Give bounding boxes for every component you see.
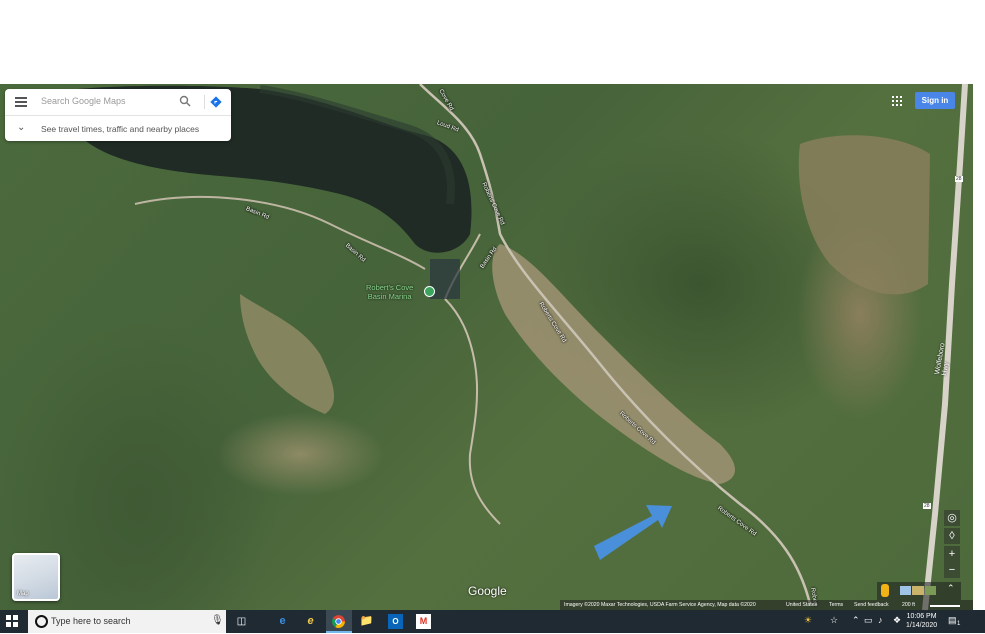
ie-icon[interactable]: e: [303, 614, 318, 629]
microphone-icon[interactable]: 🎙: [211, 615, 224, 626]
gmail-icon[interactable]: M: [416, 614, 431, 629]
volume-icon[interactable]: ♪: [878, 615, 883, 625]
map-graphics: [40, 84, 968, 610]
clock-date: 1/14/2020: [906, 622, 938, 629]
marina-pin-icon[interactable]: [424, 286, 435, 297]
chrome-icon[interactable]: [331, 614, 346, 629]
apps-grid-icon[interactable]: [892, 96, 902, 106]
windows-start-icon[interactable]: [6, 615, 18, 627]
cortana-icon: [35, 615, 48, 628]
satellite-map[interactable]: [0, 84, 973, 610]
file-explorer-icon[interactable]: 📁: [359, 614, 374, 629]
divider: [204, 95, 205, 109]
layer-label: Map: [17, 591, 29, 597]
clock[interactable]: 10:06 PM 1/14/2020: [906, 612, 937, 630]
directions-icon[interactable]: [210, 96, 222, 108]
task-view-icon[interactable]: ◫: [234, 614, 249, 629]
field: [492, 244, 735, 484]
zoom-out-button[interactable]: −: [944, 562, 960, 578]
clearing: [240, 294, 335, 414]
map-controls: ◎ ◊ + −: [944, 510, 960, 580]
travel-hint[interactable]: See travel times, traffic and nearby pla…: [41, 124, 199, 134]
poi-name-line1: Robert's Cove: [366, 283, 414, 292]
taskbar-search-input[interactable]: Type here to search: [51, 616, 131, 626]
edge-icon[interactable]: e: [275, 614, 290, 629]
search-icon[interactable]: [179, 95, 191, 107]
network-icon[interactable]: ▭: [864, 615, 873, 626]
search-panel: Search Google Maps ⌄ See travel times, t…: [5, 89, 231, 141]
outlook-icon[interactable]: O: [388, 614, 403, 629]
route-shield: 28: [923, 503, 931, 509]
clearing-east: [798, 135, 930, 295]
compass-icon[interactable]: ◊: [944, 528, 960, 544]
people-icon[interactable]: ☆: [830, 615, 838, 626]
location-icon[interactable]: ◎: [944, 510, 960, 526]
imagery-credit: Imagery ©2020 Maxar Technologies, USDA F…: [564, 602, 756, 608]
google-logo: Google: [468, 584, 507, 598]
notification-icon[interactable]: ▤: [948, 615, 957, 626]
search-row: Search Google Maps: [5, 89, 231, 116]
terms-link[interactable]: Terms: [829, 600, 843, 610]
send-feedback-link[interactable]: Send feedback: [854, 600, 889, 610]
imagery-thumbnails[interactable]: [900, 586, 936, 595]
search-input[interactable]: Search Google Maps: [41, 96, 126, 106]
route-shield: 28: [955, 176, 963, 182]
show-hidden-icons[interactable]: ⌃: [852, 615, 860, 626]
dropbox-icon[interactable]: ❖: [893, 615, 901, 626]
chevron-down-icon[interactable]: ⌄: [17, 122, 25, 133]
zoom-in-button[interactable]: +: [944, 546, 960, 562]
poi-name-line2: Basin Marina: [367, 292, 412, 301]
weather-icon[interactable]: ☀: [804, 615, 812, 626]
map-layer-toggle[interactable]: Map: [12, 553, 60, 601]
scale-bar: [930, 605, 960, 607]
region-link[interactable]: United States: [786, 600, 817, 610]
taskbar: Type here to search 🎙 ◫ e e 📁 O M ☀ ☆ ⌃ …: [0, 610, 985, 633]
scale-label[interactable]: 200 ft: [902, 600, 915, 610]
sign-in-button[interactable]: Sign in: [915, 92, 955, 109]
location-arrow: [594, 505, 672, 560]
pegman-icon[interactable]: [881, 584, 889, 597]
taskbar-search[interactable]: Type here to search 🎙: [28, 610, 226, 633]
expand-icon[interactable]: ⌃: [947, 583, 955, 594]
attribution-bar: Imagery ©2020 Maxar Technologies, USDA F…: [560, 600, 973, 610]
hamburger-menu-icon[interactable]: [15, 97, 27, 107]
clock-time: 10:06 PM: [906, 613, 937, 620]
poi-label[interactable]: Robert's Cove Basin Marina: [366, 283, 413, 301]
notification-count: 1: [957, 621, 961, 627]
